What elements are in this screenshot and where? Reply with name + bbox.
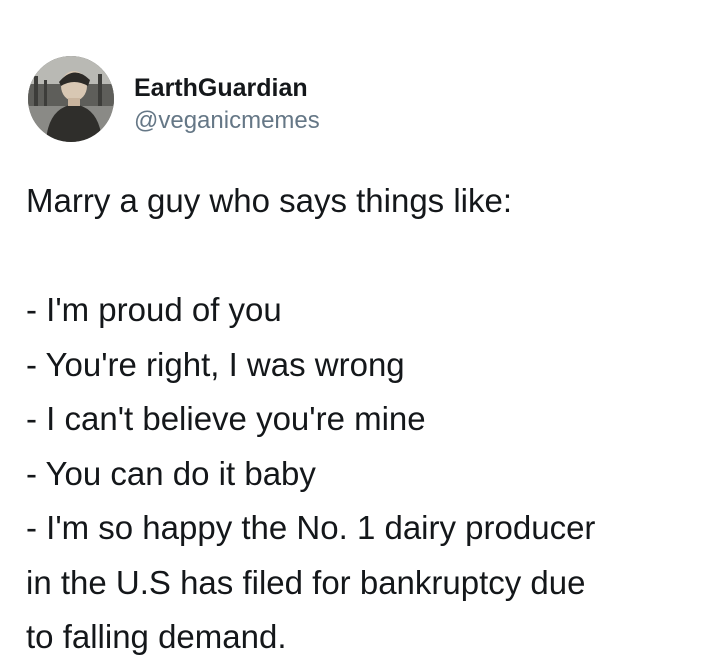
tweet-line: - I'm proud of you [26, 291, 282, 328]
tweet-line: - You can do it baby [26, 454, 316, 492]
tweet-line: - You're right, I was wrong [26, 345, 405, 383]
tweet-text: Marry a guy who says things like: - I'm … [26, 174, 716, 665]
tweet-line: in the U.S has filed for bankruptcy due [26, 563, 586, 601]
tweet-line: - I'm so happy the No. 1 dairy producer [26, 509, 596, 546]
author-handle[interactable]: @veganicmemes [134, 107, 320, 135]
profile-photo-icon [28, 56, 114, 142]
tweet-line: - I can't believe you're mine [26, 400, 426, 437]
tweet-line: to falling demand. [26, 618, 287, 655]
avatar[interactable] [28, 56, 114, 142]
tweet-card: EarthGuardian @veganicmemes Marry a guy … [0, 0, 725, 671]
tweet-line [26, 229, 716, 284]
author-display-name[interactable]: EarthGuardian [134, 74, 308, 102]
tweet-line: Marry a guy who says things like: [26, 182, 513, 219]
